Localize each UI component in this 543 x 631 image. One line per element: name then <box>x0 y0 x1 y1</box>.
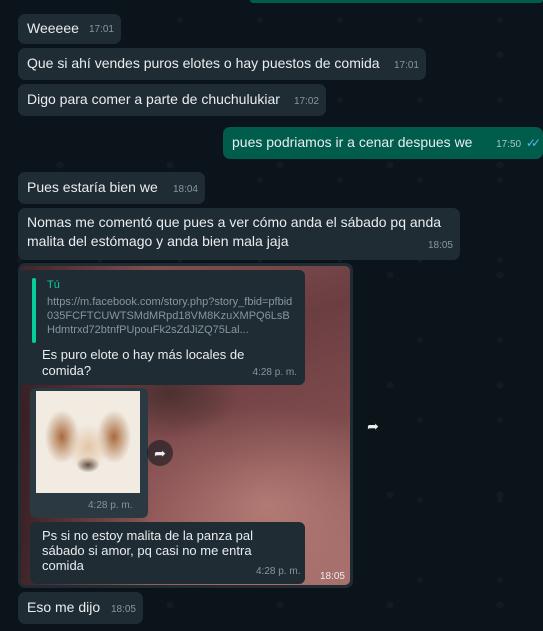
reply-time: 4:28 p. m. <box>256 566 301 577</box>
message-text: Que si ahí vendes puros elotes o hay pue… <box>27 55 380 71</box>
message-time: 18:05 <box>319 571 345 582</box>
message-time: 17:02 <box>293 96 319 107</box>
message-text: Weeeee <box>27 20 79 36</box>
message-text: Nomas me comentó que pues a ver cómo and… <box>27 214 442 249</box>
forward-icon[interactable]: ➦ <box>360 413 386 439</box>
message-time-status: 17:50 ✓✓ <box>496 134 541 154</box>
quoted-message[interactable]: Tú https://m.facebook.com/story.php?stor… <box>20 270 305 385</box>
message-time: 17:50 <box>496 139 522 150</box>
message-incoming[interactable]: Eso me dijo 18:05 <box>18 592 143 624</box>
reply-message[interactable]: Ps si no estoy malita de la panza pal sá… <box>30 522 305 584</box>
forward-icon[interactable]: ➦ <box>147 440 173 466</box>
double-check-icon: ✓✓ <box>525 136 541 150</box>
sticker-time: 4:28 p. m. <box>88 500 133 511</box>
outgoing-bubble-edge <box>250 0 543 3</box>
message-time: 17:01 <box>88 24 114 35</box>
message-time: 17:01 <box>393 60 419 71</box>
quote-bar <box>32 278 36 343</box>
quoted-link[interactable]: https://m.facebook.com/story.php?story_f… <box>47 295 297 337</box>
message-incoming[interactable]: Que si ahí vendes puros elotes o hay pue… <box>18 48 426 80</box>
message-incoming[interactable]: Nomas me comentó que pues a ver cómo and… <box>18 208 460 260</box>
reply-text: Ps si no estoy malita de la panza pal sá… <box>42 528 254 573</box>
quoted-time: 4:28 p. m. <box>252 367 297 378</box>
message-incoming[interactable]: Digo para comer a parte de chuchulukiar … <box>18 84 326 116</box>
quoted-author: Tú <box>47 279 60 291</box>
message-time: 18:04 <box>172 184 198 195</box>
message-incoming[interactable]: Pues estaría bien we 18:04 <box>18 172 205 204</box>
message-incoming[interactable]: Weeeee 17:01 <box>18 14 121 44</box>
message-text: Digo para comer a parte de chuchulukiar <box>27 91 280 107</box>
puppy-sticker[interactable] <box>36 391 140 493</box>
message-text: Pues estaría bien we <box>27 179 158 195</box>
message-outgoing[interactable]: pues podriamos ir a cenar despues we 17:… <box>223 127 543 159</box>
message-time: 18:05 <box>427 240 453 251</box>
message-text: pues podriamos ir a cenar despues we <box>232 134 473 150</box>
message-text: Eso me dijo <box>27 599 101 615</box>
quoted-text: Es puro elote o hay más locales de comid… <box>42 347 245 378</box>
sticker-message[interactable]: 4:28 p. m. <box>30 388 148 518</box>
message-time: 18:05 <box>110 604 136 615</box>
